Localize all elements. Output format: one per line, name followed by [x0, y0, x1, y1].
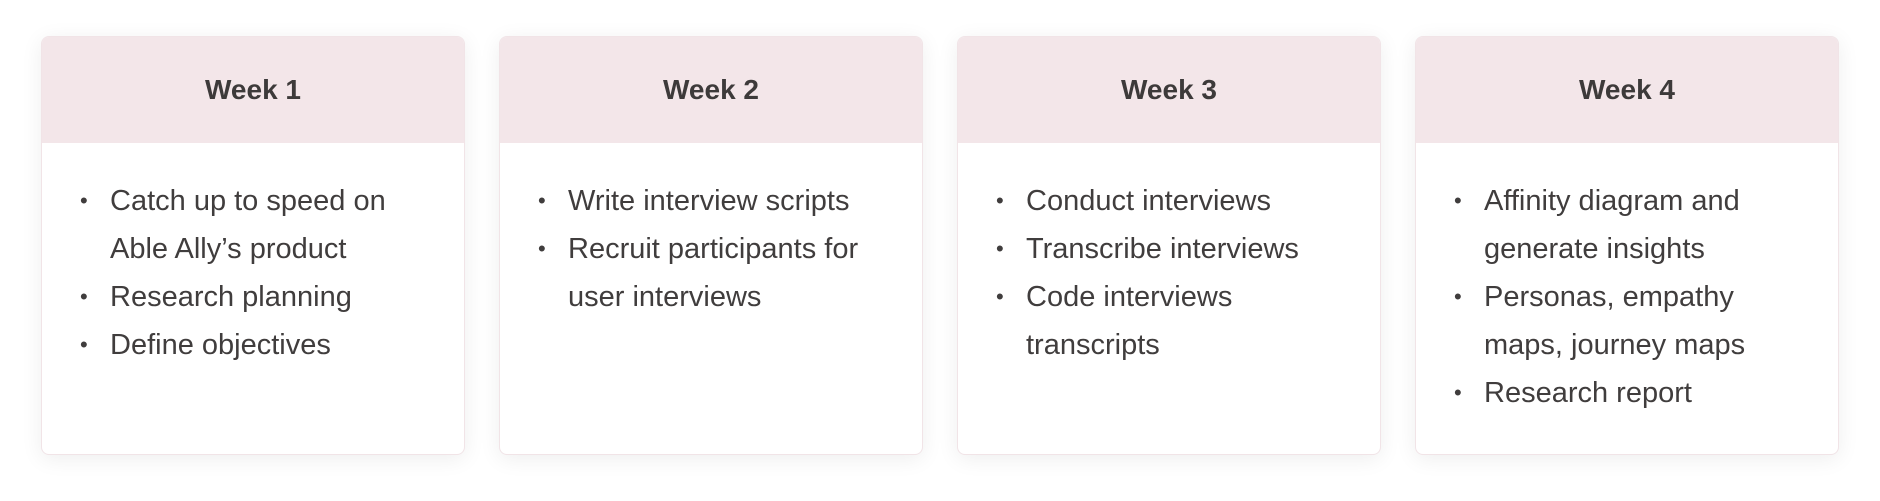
week-card: Week 2 • Write interview scripts • Recruit p… [499, 36, 923, 455]
bullet-icon: • [1454, 188, 1462, 213]
week-title: Week 3 [958, 37, 1380, 143]
task-list: • Conduct interviews • Transcribe interview… [958, 143, 1380, 369]
week-card: Week 3 • Conduct interviews • Transcribe int… [957, 36, 1381, 455]
bullet-icon: • [538, 236, 546, 261]
week-card: Week 1 • Catch up to speed on Able Ally’s … [41, 36, 465, 455]
task-list: • Affinity diagram and generate insights •… [1416, 143, 1838, 417]
task-text: Code interviews transcripts [1026, 281, 1233, 361]
task-item: • Recruit participants for user interview… [538, 225, 902, 321]
week-title: Week 2 [500, 37, 922, 143]
task-text: Research planning [110, 281, 352, 313]
task-item: • Write interview scripts [538, 177, 902, 225]
task-text: Personas, empathy maps, journey maps [1484, 281, 1746, 361]
task-list: • Catch up to speed on Able Ally’s produc… [42, 143, 464, 369]
task-text: Affinity diagram and generate insights [1484, 185, 1740, 265]
bullet-icon: • [538, 188, 546, 213]
task-item: • Personas, empathy maps, journey maps [1454, 273, 1818, 369]
task-text: Research report [1484, 377, 1692, 409]
bullet-icon: • [80, 284, 88, 309]
bullet-icon: • [996, 236, 1004, 261]
task-item: • Transcribe interviews [996, 225, 1360, 273]
task-item: • Research planning [80, 273, 444, 321]
task-item: • Define objectives [80, 321, 444, 369]
task-item: • Affinity diagram and generate insights [1454, 177, 1818, 273]
task-text: Catch up to speed on Able Ally’s product [110, 185, 386, 265]
task-item: • Conduct interviews [996, 177, 1360, 225]
task-text: Conduct interviews [1026, 185, 1271, 217]
bullet-icon: • [80, 188, 88, 213]
task-text: Recruit participants for user interviews [568, 233, 859, 313]
task-text: Write interview scripts [568, 185, 850, 217]
week-card: Week 4 • Affinity diagram and generate ins… [1415, 36, 1839, 455]
bullet-icon: • [1454, 380, 1462, 405]
bullet-icon: • [1454, 284, 1462, 309]
week-title: Week 1 [42, 37, 464, 143]
task-text: Define objectives [110, 329, 331, 361]
task-list: • Write interview scripts • Recruit partici… [500, 143, 922, 321]
task-text: Transcribe interviews [1026, 233, 1299, 265]
bullet-icon: • [996, 188, 1004, 213]
bullet-icon: • [80, 332, 88, 357]
week-title: Week 4 [1416, 37, 1838, 143]
bullet-icon: • [996, 284, 1004, 309]
task-item: • Research report [1454, 369, 1818, 417]
task-item: • Code interviews transcripts [996, 273, 1360, 369]
task-item: • Catch up to speed on Able Ally’s produc… [80, 177, 444, 273]
